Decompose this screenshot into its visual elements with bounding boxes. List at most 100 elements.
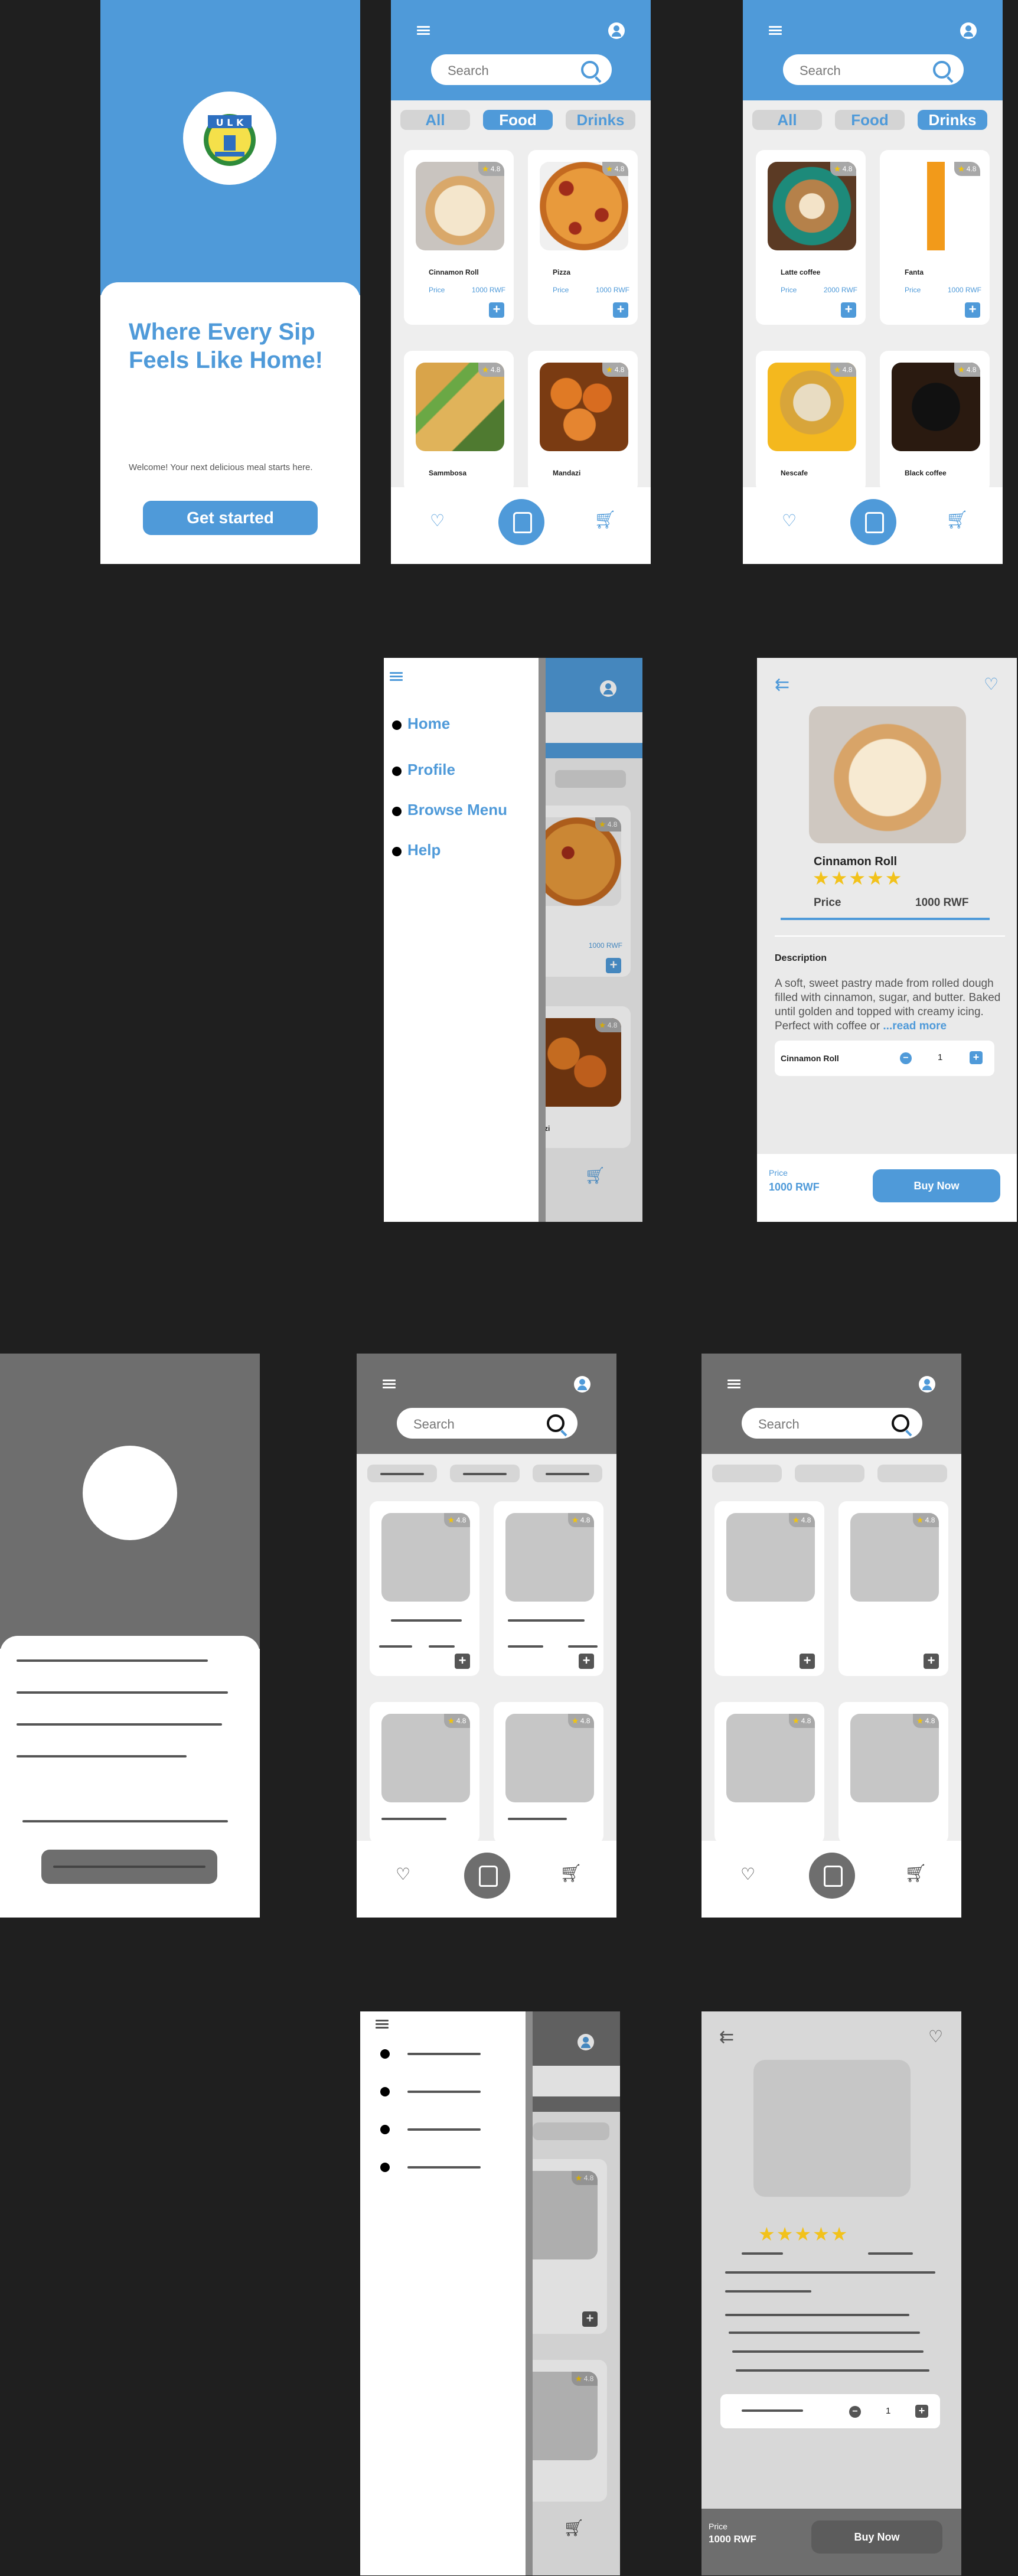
add-button[interactable]: + [841,302,856,318]
search-input[interactable]: Search [742,1408,922,1439]
tab-drinks[interactable]: Drinks [566,110,635,130]
mandazi-image: ★ 4.8 [540,363,628,451]
heart-icon[interactable]: ♡ [740,1864,755,1884]
heart-icon[interactable]: ♡ [396,1864,410,1884]
wire-tab[interactable] [450,1465,520,1482]
wire-drawer-item[interactable] [407,2091,481,2093]
heart-icon[interactable]: ♡ [984,674,999,694]
wire-card[interactable]: ★ 4.8 [714,1702,824,1844]
decrement-button[interactable]: − [900,1052,912,1064]
wire-tab[interactable] [712,1465,782,1482]
increment-button[interactable]: + [970,1051,983,1064]
wire-tab[interactable] [795,1465,864,1482]
drawer-item-home[interactable]: Home [407,715,450,733]
cart-icon[interactable]: 🛒︎ [946,510,968,530]
wire-tab[interactable] [877,1465,947,1482]
rating-badge: ★ 4.8 [568,1714,594,1728]
heart-icon[interactable]: ♡ [928,2027,943,2046]
wire-card[interactable]: ★ 4.8 [494,1702,603,1844]
tab-food[interactable]: Food [835,110,905,130]
wire-drawer-item[interactable] [407,2128,481,2131]
wire-drawer-item[interactable] [407,2053,481,2055]
home-icon[interactable] [809,1853,855,1899]
wire-card[interactable]: ★ 4.8 + [494,1501,603,1676]
menu-icon[interactable] [390,672,403,682]
get-started-button[interactable]: Get started [143,501,318,535]
add-button[interactable]: + [455,1654,470,1669]
wire-tab[interactable] [367,1465,437,1482]
product-card[interactable]: ★ 4.8 Mandazi [528,351,638,493]
cart-icon[interactable]: 🛒︎ [594,510,616,530]
add-button[interactable]: + [965,302,980,318]
menu-icon[interactable] [383,1380,396,1389]
svg-text:U L K: U L K [216,117,244,128]
bottom-nav: ♡ 🛒︎ [357,1841,616,1918]
product-card[interactable]: ★ 4.8 Fanta Price 1000 RWF + [880,150,990,325]
cart-icon[interactable]: 🛒︎ [905,1863,927,1884]
search-icon[interactable] [581,61,599,79]
back-icon[interactable]: ⇇ [775,674,789,695]
tab-food[interactable]: Food [483,110,553,130]
add-button[interactable]: + [579,1654,594,1669]
home-food-screen: Search All Food Drinks ★ 4.8 Cinnamon Ro… [391,0,651,564]
buy-now-button[interactable]: Buy Now [873,1169,1000,1202]
price-label: Price [429,286,445,294]
menu-icon[interactable] [769,26,782,35]
product-card[interactable]: ★ 4.8 Nescafe [756,351,866,493]
cart-icon[interactable]: 🛒︎ [560,1863,582,1884]
user-icon[interactable] [608,22,625,39]
back-icon[interactable]: ⇇ [719,2027,734,2047]
menu-icon[interactable] [376,2020,389,2029]
buy-now-button[interactable]: Buy Now [811,2520,942,2554]
product-card[interactable]: ★ 4.8 Black coffee [880,351,990,493]
user-icon[interactable] [574,1376,590,1393]
product-card[interactable]: ★ 4.8 Cinnamon Roll Price 1000 RWF + [404,150,514,325]
tab-all[interactable]: All [752,110,822,130]
bottom-nav: ♡ 🛒︎ [743,487,1003,564]
add-button[interactable]: + [800,1654,815,1669]
search-input[interactable]: Search [397,1408,577,1439]
splash-title: Where Every Sip Feels Like Home! [129,319,324,373]
tab-drinks[interactable]: Drinks [918,110,987,130]
wire-card[interactable]: ★ 4.8 + [714,1501,824,1676]
read-more-link[interactable]: ...read more [883,1020,947,1032]
ulk-crest-icon: U L K [204,114,256,166]
search-input[interactable]: Search [783,54,964,85]
wire-line [508,1619,585,1622]
add-button[interactable]: + [924,1654,939,1669]
search-icon[interactable] [547,1414,565,1432]
heart-icon[interactable]: ♡ [782,511,797,530]
menu-icon[interactable] [727,1380,740,1389]
search-icon[interactable] [933,61,951,79]
tab-all[interactable]: All [400,110,470,130]
quantity-row: Cinnamon Roll − 1 + [775,1041,994,1076]
add-button[interactable]: + [489,302,504,318]
menu-icon[interactable] [417,26,430,35]
product-card[interactable]: ★ 4.8 Latte coffee Price 2000 RWF + [756,150,866,325]
add-button[interactable]: + [613,302,628,318]
wire-drawer-item[interactable] [407,2166,481,2169]
user-icon[interactable] [960,22,977,39]
home-icon[interactable] [464,1853,510,1899]
wire-card[interactable]: ★ 4.8 [838,1702,948,1844]
product-card[interactable]: ★ 4.8 Pizza Price 1000 RWF + [528,150,638,325]
search-icon[interactable] [892,1414,909,1432]
rating-badge: ★ 4.8 [602,363,628,377]
wire-get-started-button[interactable] [41,1850,217,1884]
increment-button[interactable]: + [915,2405,928,2418]
drawer-item-help[interactable]: Help [407,841,441,859]
drawer-item-profile[interactable]: Profile [407,761,455,779]
wire-tab[interactable] [533,1465,602,1482]
drawer-item-browse-menu[interactable]: Browse Menu [407,801,507,819]
wire-card[interactable]: ★ 4.8 + [370,1501,479,1676]
product-card[interactable]: ★ 4.8 Sammbosa [404,351,514,493]
rating-badge: ★ 4.8 [789,1714,815,1728]
home-icon[interactable] [498,499,544,545]
decrement-button[interactable]: − [849,2406,861,2418]
home-icon[interactable] [850,499,896,545]
heart-icon[interactable]: ♡ [430,511,445,530]
search-input[interactable]: Search [431,54,612,85]
wire-card[interactable]: ★ 4.8 + [838,1501,948,1676]
wire-card[interactable]: ★ 4.8 [370,1702,479,1844]
user-icon[interactable] [919,1376,935,1393]
